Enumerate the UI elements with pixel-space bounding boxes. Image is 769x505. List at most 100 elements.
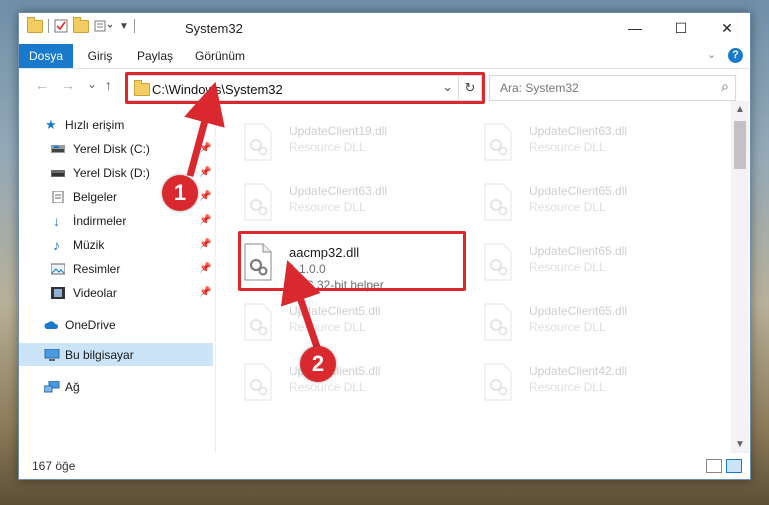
star-icon: ★ — [45, 116, 57, 132]
toolbar-divider — [48, 19, 49, 33]
scrollbar-thumb[interactable] — [734, 121, 746, 169]
dll-file-icon — [484, 243, 512, 281]
nav-item-label: OneDrive — [65, 317, 116, 332]
drive-icon — [51, 169, 65, 177]
nav-item-label: Yerel Disk (D:) — [73, 165, 150, 180]
customize-toolbar-icon[interactable] — [94, 19, 114, 33]
search-input[interactable]: Ara: System32 ⌕ — [489, 75, 736, 101]
nav-item-label: Yerel Disk (C:) — [73, 141, 150, 156]
nav-item-quick-access[interactable]: ★ Hızlı erişim — [19, 113, 213, 136]
new-folder-icon[interactable] — [73, 16, 89, 33]
file-item[interactable]: UpdateClient65.dll Resource DLL — [481, 181, 691, 231]
file-item[interactable]: UpdateClient42.dll Resource DLL — [481, 361, 691, 411]
details-view-icon[interactable] — [706, 459, 722, 473]
nav-item-label: Resimler — [73, 261, 121, 276]
help-icon[interactable]: ? — [728, 48, 743, 63]
nav-item-videos[interactable]: Videolar 📌 — [19, 281, 213, 304]
file-description: Resource DLL — [529, 380, 606, 394]
file-name: UpdateClient5.dll — [289, 304, 381, 318]
minimize-button[interactable]: — — [612, 13, 658, 43]
file-item[interactable]: UpdateClient65.dll Resource DLL — [481, 241, 691, 291]
dll-file-icon — [484, 183, 512, 221]
nav-item-label: Videolar — [73, 285, 117, 300]
tab-view[interactable]: Görünüm — [189, 44, 251, 68]
video-icon — [51, 286, 65, 299]
drive-icon — [51, 144, 65, 153]
pin-icon[interactable]: 📌 — [199, 263, 211, 274]
file-highlight-box — [238, 231, 466, 291]
nav-item-label: Ağ — [65, 379, 80, 394]
nav-item-drive-c[interactable]: Yerel Disk (C:) 📌 — [19, 137, 213, 160]
up-icon[interactable]: ↑ — [105, 77, 112, 93]
navigation-pane: ★ Hızlı erişim Yerel Disk (C:) 📌 Yerel D… — [19, 101, 216, 453]
pictures-icon — [51, 263, 65, 274]
forward-icon[interactable]: → — [61, 77, 75, 93]
file-name: UpdateClient63.dll — [529, 124, 628, 138]
nav-item-label: Belgeler — [73, 189, 118, 204]
explorer-window: ▼ System32 — ☐ ✕ Dosya Giriş Paylaş Görü… — [18, 12, 751, 480]
status-bar: 167 öğe — [19, 453, 750, 479]
file-item[interactable]: UpdateClient63.dll Resource DLL — [241, 181, 451, 231]
file-name: UpdateClient65.dll — [529, 184, 628, 198]
scroll-up-icon[interactable]: ▲ — [735, 104, 745, 115]
pin-icon[interactable]: 📌 — [199, 143, 211, 154]
pin-icon[interactable]: 📌 — [199, 167, 211, 178]
callout-step-2: 2 — [300, 346, 336, 382]
pin-icon[interactable]: 📌 — [199, 215, 211, 226]
address-row: ← → ⌄ ↑ ⌄ ↻ C:\Windows\System32 Ara: Sys… — [19, 69, 750, 104]
network-icon — [44, 380, 60, 392]
scroll-down-icon[interactable]: ▼ — [735, 439, 745, 450]
properties-icon[interactable] — [54, 19, 68, 33]
tab-file[interactable]: Dosya — [19, 44, 73, 68]
nav-item-onedrive[interactable]: OneDrive — [19, 313, 213, 336]
music-icon: ♪ — [53, 236, 60, 253]
download-icon: ↓ — [53, 212, 60, 229]
file-description: Resource DLL — [289, 200, 366, 214]
nav-item-label: Müzik — [73, 237, 105, 252]
title-bar: ▼ System32 — ☐ ✕ — [19, 13, 750, 44]
search-icon[interactable]: ⌕ — [721, 78, 729, 95]
search-placeholder: Ara: System32 — [500, 81, 579, 95]
cloud-icon — [44, 320, 59, 329]
file-item[interactable]: UpdateClient5.dll Resource DLL — [241, 361, 451, 411]
dll-file-icon — [244, 123, 272, 161]
file-name: UpdateClient65.dll — [529, 304, 628, 318]
tiles-view-icon[interactable] — [726, 459, 742, 473]
nav-item-music[interactable]: ♪ Müzik 📌 — [19, 233, 213, 256]
maximize-button[interactable]: ☐ — [658, 13, 704, 43]
pin-icon[interactable]: 📌 — [199, 191, 211, 202]
file-description: Resource DLL — [289, 380, 366, 394]
dll-file-icon — [244, 303, 272, 341]
nav-item-downloads[interactable]: ↓ İndirmeler 📌 — [19, 209, 213, 232]
dll-file-icon — [244, 363, 272, 401]
recent-locations-icon[interactable]: ⌄ — [87, 77, 97, 91]
view-switcher — [706, 459, 742, 473]
file-description: Resource DLL — [529, 140, 606, 154]
vertical-scrollbar[interactable]: ▲ ▼ — [731, 101, 749, 453]
ribbon: Dosya Giriş Paylaş Görünüm ⌄ ? — [19, 44, 750, 69]
address-highlight-box — [125, 72, 485, 104]
file-item[interactable]: UpdateClient5.dll Resource DLL — [241, 301, 451, 351]
file-description: Resource DLL — [529, 320, 606, 334]
computer-icon — [44, 348, 60, 361]
back-icon[interactable]: ← — [35, 77, 49, 93]
tab-share[interactable]: Paylaş — [131, 44, 179, 68]
nav-item-label: İndirmeler — [73, 213, 127, 228]
tab-home[interactable]: Giriş — [83, 44, 117, 68]
window-title: System32 — [185, 21, 243, 36]
qat-dropdown-icon[interactable]: ▼ — [119, 21, 129, 32]
file-item[interactable]: UpdateClient63.dll Resource DLL — [481, 121, 691, 171]
pin-icon[interactable]: 📌 — [199, 287, 211, 298]
file-item[interactable]: UpdateClient19.dll Resource DLL — [241, 121, 451, 171]
close-button[interactable]: ✕ — [704, 13, 750, 43]
nav-item-this-pc[interactable]: Bu bilgisayar — [19, 343, 213, 366]
chevron-down-icon[interactable]: ⌄ — [707, 48, 716, 61]
pin-icon[interactable]: 📌 — [199, 239, 211, 250]
documents-icon — [52, 190, 64, 203]
nav-item-pictures[interactable]: Resimler 📌 — [19, 257, 213, 280]
nav-item-network[interactable]: Ağ — [19, 375, 213, 398]
close-icon: ✕ — [721, 19, 733, 36]
maximize-icon: ☐ — [674, 19, 688, 36]
file-item[interactable]: UpdateClient65.dll Resource DLL — [481, 301, 691, 351]
dll-file-icon — [244, 183, 272, 221]
